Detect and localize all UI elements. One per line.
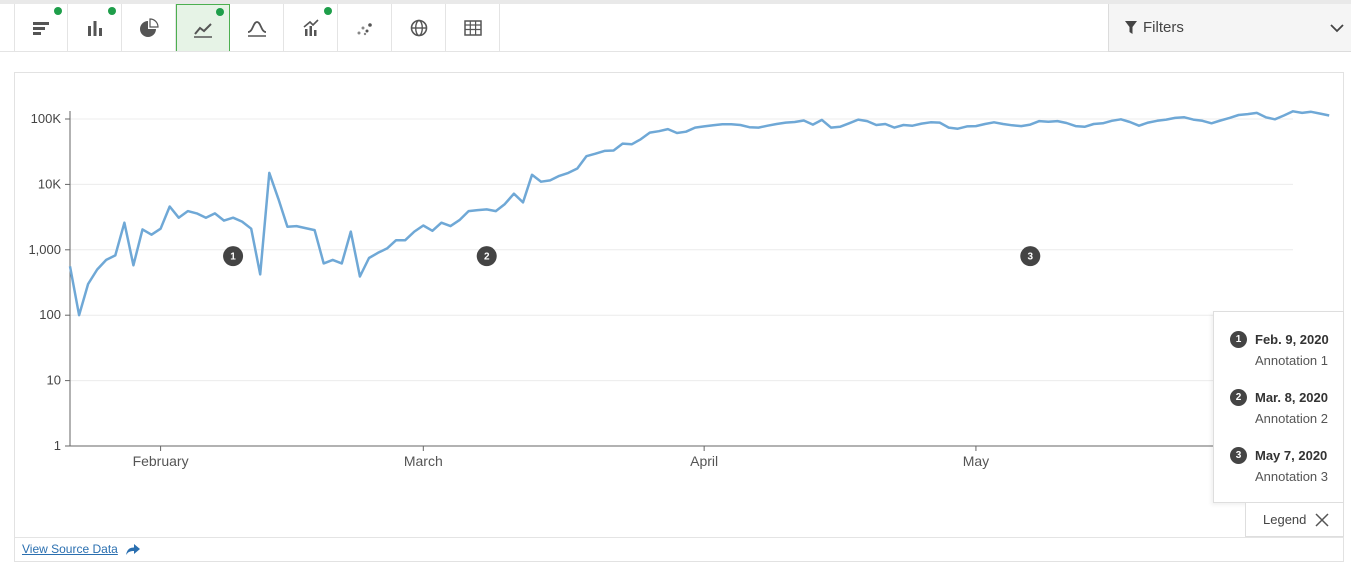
globe-map-icon (410, 19, 427, 37)
annotation-number-badge: 3 (1230, 447, 1247, 464)
annotation-legend: 1 Feb. 9, 2020 Annotation 1 2 Mar. 8, 2020 An… (1213, 311, 1344, 503)
bell-curve-icon (247, 21, 266, 37)
line-chart: 1 10 100 1,000 10K 100K February March April May 1… (28, 110, 1330, 469)
x-tick-label: April (690, 453, 718, 469)
chart-type-button-globe-map[interactable] (392, 4, 446, 52)
scatter-plot-icon (357, 23, 372, 36)
x-tick-label: February (133, 453, 189, 469)
chart-type-button-bar-chart[interactable] (68, 4, 122, 52)
annotation-text: Annotation 2 (1255, 411, 1329, 426)
series-line (68, 110, 1330, 317)
annotation-date: May 7, 2020 (1255, 448, 1328, 463)
filters-label: Filters (1143, 19, 1184, 36)
horizontal-bar-chart-icon (33, 22, 49, 35)
chart-type-button-bar-line-combo[interactable] (284, 4, 338, 52)
close-icon[interactable] (1315, 512, 1329, 527)
y-tick-label: 1 (54, 438, 61, 453)
view-source-data-link[interactable]: View Source Data (22, 542, 140, 556)
annotation-number-badge: 2 (1230, 389, 1247, 406)
annotation-marker-number: 1 (230, 252, 236, 263)
line-chart-icon (194, 23, 212, 38)
bar-chart-icon (87, 21, 102, 36)
data-available-dot (54, 7, 62, 15)
chart-type-button-horizontal-bar-chart[interactable] (14, 4, 68, 52)
chevron-down-icon (1330, 24, 1344, 33)
panel-footer-divider (15, 537, 1343, 538)
chart-type-button-pie-chart[interactable] (122, 4, 176, 52)
bar-line-combo-icon (302, 19, 319, 36)
chart-type-button-bell-curve[interactable] (230, 4, 284, 52)
annotation-text: Annotation 3 (1255, 469, 1329, 484)
share-arrow-icon (125, 543, 140, 555)
funnel-icon (1125, 21, 1137, 34)
legend-toggle-button[interactable]: Legend (1245, 503, 1344, 537)
table-icon (463, 20, 482, 36)
chart-type-button-table[interactable] (446, 4, 500, 52)
annotation-marker-number: 2 (484, 252, 490, 263)
data-available-dot (216, 8, 224, 16)
annotation-date: Feb. 9, 2020 (1255, 332, 1329, 347)
annotation-date: Mar. 8, 2020 (1255, 390, 1328, 405)
annotation-number-badge: 1 (1230, 331, 1247, 348)
y-tick-label: 100K (31, 111, 62, 126)
annotation-marker-number: 3 (1028, 252, 1034, 263)
chart-type-button-scatter-plot[interactable] (338, 4, 392, 52)
chart-type-toolbar (14, 4, 500, 52)
y-tick-label: 10K (38, 176, 61, 191)
data-available-dot (108, 7, 116, 15)
chart-panel: 1 10 100 1,000 10K 100K February March April May 1… (14, 72, 1344, 562)
y-tick-label: 100 (39, 307, 61, 322)
y-tick-label: 10 (47, 373, 61, 388)
view-source-data-label: View Source Data (22, 542, 118, 556)
annotation-text: Annotation 1 (1255, 353, 1329, 368)
legend-label: Legend (1263, 512, 1307, 527)
pie-chart-icon (139, 18, 159, 37)
chart-type-button-line-chart[interactable] (176, 4, 230, 52)
data-available-dot (324, 7, 332, 15)
y-tick-label: 1,000 (28, 242, 61, 257)
x-tick-label: March (404, 453, 443, 469)
x-tick-label: May (963, 453, 989, 469)
filters-button[interactable]: Filters (1108, 4, 1351, 52)
